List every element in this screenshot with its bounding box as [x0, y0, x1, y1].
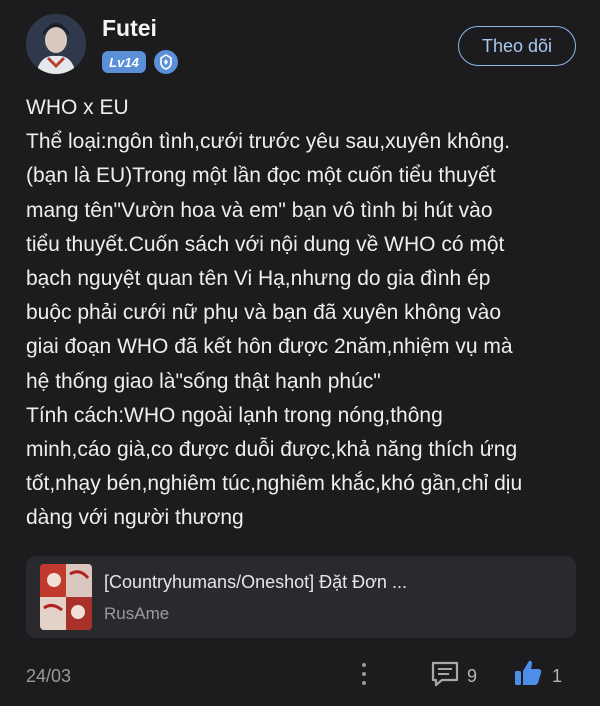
post-line: Tính cách:WHO ngoài lạnh trong nóng,thôn… [26, 403, 443, 427]
author-name[interactable]: Futei [102, 15, 157, 42]
comment-icon[interactable] [430, 660, 460, 688]
post-line: hệ thống giao là"sống thật hạnh phúc" [26, 369, 381, 393]
post-line: giai đoạn WHO đã kết hôn được 2năm,nhiệm… [26, 335, 513, 359]
post-line: (bạn là EU)Trong một lần đọc một cuốn ti… [26, 164, 496, 188]
linked-story-card[interactable]: [Countryhumans/Oneshot] Đặt Đơn ... RusA… [26, 556, 576, 638]
linked-story-author: RusAme [104, 604, 170, 623]
level-badge: Lv14 [102, 51, 146, 73]
post-line: bạch nguyệt quan tên Vi Hạ,nhưng do gia … [26, 267, 491, 291]
post-line: Thể loại:ngôn tình,cưới trước yêu sau,xu… [26, 130, 511, 154]
follow-button[interactable]: Theo dõi [458, 26, 576, 66]
post-date: 24/03 [26, 666, 72, 686]
like-count: 1 [552, 666, 563, 686]
post-line: dàng với người thương [26, 506, 244, 530]
thumbs-up-icon[interactable] [513, 658, 543, 688]
shield-icon [154, 50, 178, 74]
post-line: WHO x EU [26, 96, 129, 119]
comment-count: 9 [467, 666, 478, 686]
post-footer: 24/03 9 1 [0, 650, 600, 700]
post-line: buộc phải cưới nữ phụ và bạn đã xuyên kh… [26, 301, 502, 325]
post-line: mang tên"Vườn hoa và em" bạn vô tình bị … [26, 198, 493, 222]
post-line: minh,cáo già,co được duỗi được,khả năng … [26, 438, 518, 462]
avatar[interactable] [26, 14, 86, 74]
post-line: tốt,nhạy bén,nghiêm túc,nghiêm khắc,khó … [26, 472, 523, 496]
more-options-icon[interactable] [352, 660, 376, 688]
post-content: WHO x EU Thể loại:ngôn tình,cưới trước y… [26, 91, 586, 536]
linked-story-title: [Countryhumans/Oneshot] Đặt Đơn ... [104, 572, 407, 592]
story-cover-thumbnail [40, 564, 92, 630]
post-header: Futei Lv14 Theo dõi [0, 0, 600, 90]
post-line: tiểu thuyết.Cuốn sách với nội dung về WH… [26, 232, 505, 256]
